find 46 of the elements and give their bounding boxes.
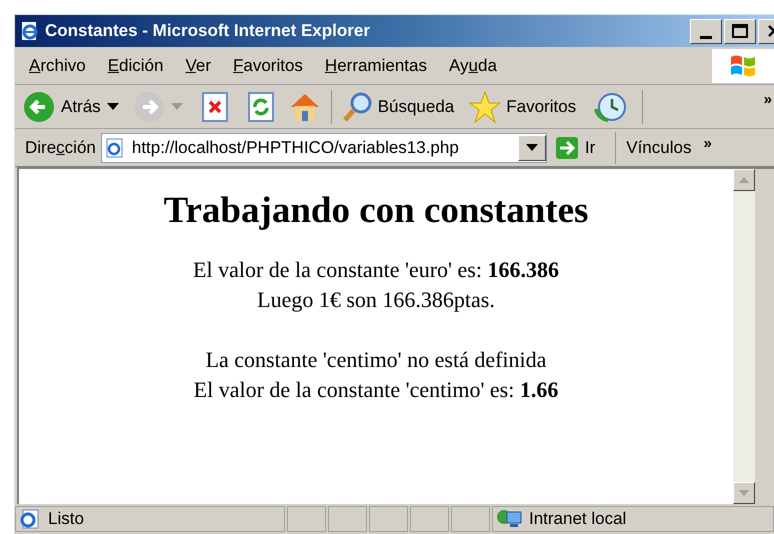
search-icon (342, 90, 374, 122)
history-icon[interactable] (594, 90, 628, 122)
dropdown-arrow-icon (170, 102, 183, 110)
down-arrow-icon (739, 490, 749, 496)
zone-text: Intranet local (529, 508, 626, 530)
text-line: El valor de la constante 'euro' es: 166.386 (193, 256, 559, 284)
back-button[interactable]: Atrás (23, 90, 101, 122)
menu-item[interactable]: Favoritos (233, 52, 303, 78)
search-button[interactable]: Búsqueda (342, 90, 454, 122)
refresh-icon[interactable] (246, 92, 275, 122)
dropdown-button[interactable] (518, 134, 546, 160)
menu-item[interactable]: Archivo (29, 52, 86, 78)
stop-icon[interactable] (200, 92, 229, 122)
chevron[interactable]: » (703, 133, 712, 156)
page-heading: Trabajando con constantes (164, 189, 588, 233)
status-text: Listo (48, 508, 84, 530)
status-panel (369, 506, 408, 532)
status-panel (410, 506, 449, 532)
dropdown-arrow-icon (526, 144, 538, 152)
go-button[interactable]: Ir (554, 134, 596, 160)
scroll-down-button[interactable] (733, 482, 755, 504)
menu-item[interactable]: Ayuda (448, 52, 497, 78)
status-panel (451, 506, 490, 532)
network-icon (495, 508, 523, 530)
chevron[interactable]: » (764, 89, 772, 112)
scroll-up-button[interactable] (733, 169, 755, 191)
favorites-button[interactable]: Favoritos (468, 90, 576, 124)
minimize-button[interactable] (690, 18, 722, 44)
star-icon (468, 90, 502, 124)
status-panel (328, 506, 367, 532)
menu-item[interactable]: Edición (108, 52, 164, 78)
text-line: La constante 'centimo' no está definida (206, 346, 546, 374)
dropdown-arrow-icon[interactable] (106, 102, 119, 110)
window-title: Constantes - Microsoft Internet Explorer (45, 20, 370, 42)
text-line: Luego 1€ son 166.386ptas. (257, 286, 495, 314)
links-button[interactable]: Vínculos (626, 134, 692, 160)
scrollbar[interactable] (733, 169, 755, 504)
address-field[interactable]: http://localhost/PHPTHICO/variables13.php (100, 132, 547, 162)
menu-item[interactable]: Herramientas (324, 52, 427, 78)
windows-flag-icon (729, 52, 757, 78)
up-arrow-icon (739, 177, 749, 183)
maximize-button[interactable] (724, 18, 756, 44)
text-line: El valor de la constante 'centimo' es: 1.66 (194, 376, 558, 404)
menu-item[interactable]: Ver (185, 52, 211, 78)
address-label: Dirección (25, 136, 96, 159)
status-panel (287, 506, 326, 532)
